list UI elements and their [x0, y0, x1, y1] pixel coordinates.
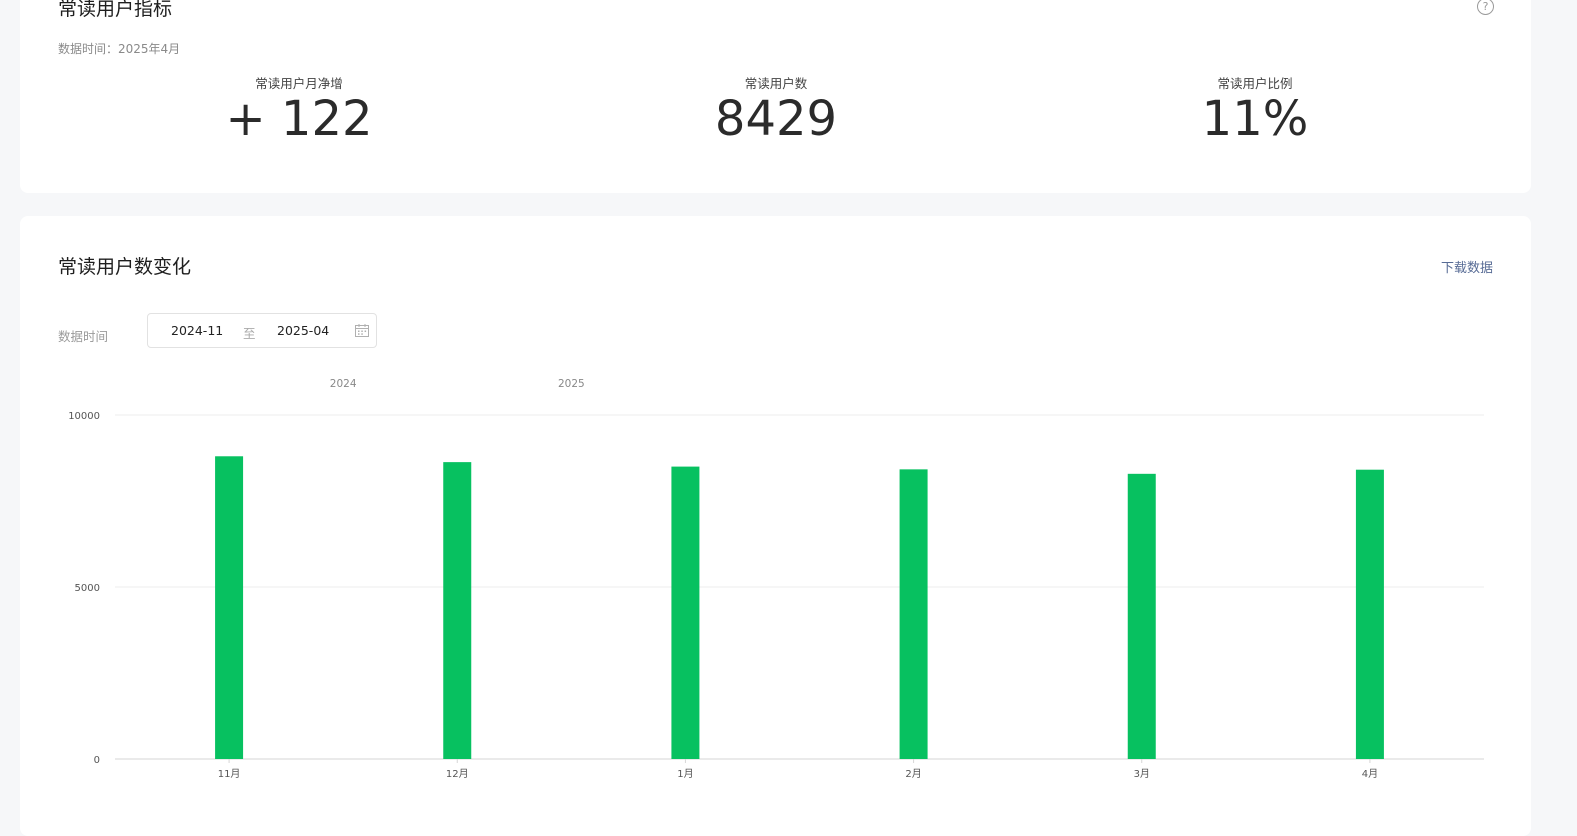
metric-value: + 122 — [225, 91, 373, 147]
bar — [1355, 469, 1384, 759]
metrics-section-title: 常读用户指标 — [58, 0, 173, 20]
metrics-card: 常读用户指标 ? 数据时间：2025年4月 常读用户月净增 + 122 常读用户… — [20, 0, 1531, 193]
metric-value: 11% — [1201, 91, 1309, 147]
metric-value: 8429 — [714, 91, 838, 147]
y-tick-label: 10000 — [68, 411, 100, 422]
metric-net-growth: 常读用户月净增 + 122 — [149, 76, 449, 146]
bar — [443, 462, 472, 759]
x-tick-label: 12月 — [446, 768, 469, 780]
metric-regular-users: 常读用户数 8429 — [626, 76, 926, 146]
x-tick-label: 4月 — [1362, 768, 1378, 780]
bar-chart-svg: 0 5000 10000 11月 12月 1月 2月 3月 4月 2024 2025 — [68, 378, 1484, 780]
bar — [1127, 473, 1156, 759]
user-count-chart: 0 5000 10000 11月 12月 1月 2月 3月 4月 2024 2025 — [20, 216, 1531, 816]
x-tick-label: 3月 — [1134, 768, 1150, 780]
bar — [899, 469, 928, 759]
bar — [215, 456, 244, 759]
metric-label: 常读用户数 — [744, 76, 808, 91]
x-tick-label: 1月 — [677, 768, 693, 780]
year-label: 2025 — [558, 378, 585, 390]
trend-card: 常读用户数变化 下载数据 数据时间 至 050001000011月12月1月2月… — [20, 216, 1531, 836]
metrics-data-time: 数据时间：2025年4月 — [58, 42, 181, 56]
x-tick-label: 11月 — [218, 768, 241, 780]
year-label: 2024 — [330, 378, 357, 390]
x-tick-label: 2月 — [905, 768, 921, 780]
y-tick-label: 0 — [94, 755, 100, 766]
bar — [671, 466, 700, 759]
metric-label: 常读用户比例 — [1217, 76, 1293, 91]
help-icon[interactable]: ? — [1477, 0, 1494, 15]
metric-regular-ratio: 常读用户比例 11% — [1105, 76, 1405, 146]
y-tick-label: 5000 — [75, 583, 100, 594]
metric-label: 常读用户月净增 — [255, 76, 343, 91]
